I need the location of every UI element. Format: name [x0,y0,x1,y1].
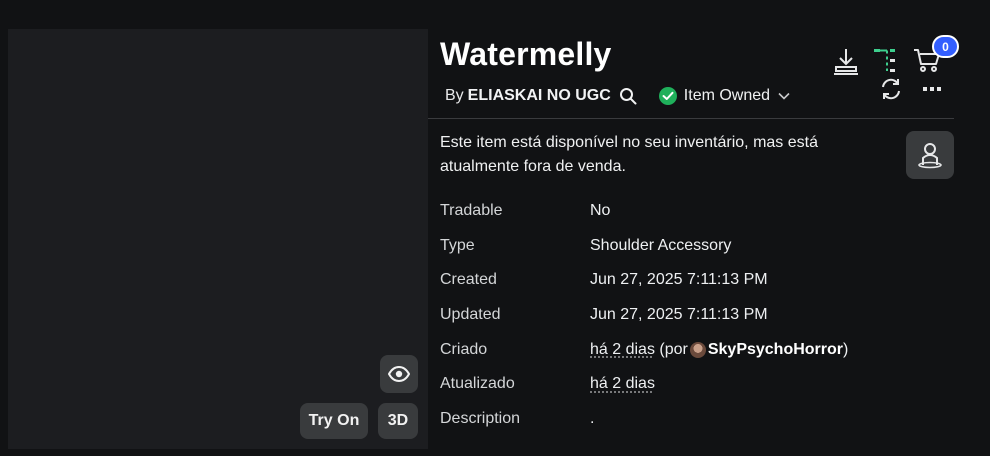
detail-row-criado: Criado há 2 dias (por SkyPsychoHorror) [440,332,940,367]
cart-count-badge: 0 [932,35,959,58]
download-icon [834,49,858,75]
divider [428,118,954,119]
byline: By ELIASKAI NO UGC Item Owned [445,85,790,107]
more-options-button[interactable] [920,82,944,96]
hierarchy-button[interactable] [872,46,898,76]
item-details: Tradable No Type Shoulder Accessory Crea… [440,194,940,436]
detail-label: Type [440,236,475,254]
detail-label: Atualizado [440,375,515,393]
detail-value: Shoulder Accessory [590,236,732,254]
download-button[interactable] [832,46,860,76]
detail-value: há 2 dias (por SkyPsychoHorror) [590,341,848,359]
availability-notice: Este item está disponível no seu inventá… [440,134,818,175]
by-open: (por [659,340,688,358]
ownership-status: Item Owned [683,87,771,104]
toggle-visibility-button[interactable] [380,355,418,393]
avatar-preview-button[interactable] [906,131,954,179]
tree-icon [874,49,895,72]
try-on-button[interactable]: Try On [300,403,368,439]
search-creator-button[interactable] [619,87,637,105]
more-icon [923,87,941,91]
detail-row-created: Created Jun 27, 2025 7:11:13 PM [440,263,940,298]
detail-label: Description [440,409,521,427]
detail-row-updated: Updated Jun 27, 2025 7:11:13 PM [440,298,940,333]
refresh-icon [882,78,900,100]
detail-label: Created [440,271,497,289]
user-link[interactable]: SkyPsychoHorror [708,341,843,359]
detail-row-description: Description . [440,402,940,437]
detail-value: Jun 27, 2025 7:11:13 PM [590,271,768,289]
detail-row-type: Type Shoulder Accessory [440,229,940,264]
check-icon [658,87,677,105]
3d-view-button[interactable]: 3D [378,403,418,439]
detail-label: Updated [440,306,501,324]
item-title: Watermelly [440,36,612,72]
detail-value: No [590,202,611,220]
item-owned-dropdown[interactable]: Item Owned [658,87,790,105]
detail-label: Tradable [440,202,503,220]
updated-relative-time: há 2 dias [590,375,655,393]
eye-icon [388,366,410,382]
by-prefix: By [445,87,464,104]
by-close: ) [843,340,849,358]
chevron-down-icon [778,92,790,100]
detail-label: Criado [440,340,488,358]
created-relative-time: há 2 dias [590,340,655,358]
refresh-button[interactable] [878,76,904,102]
detail-value: . [590,409,595,427]
avatar-icon [918,143,942,169]
item-viewer[interactable]: Try On 3D [8,29,428,449]
user-avatar [689,341,706,358]
detail-value: Jun 27, 2025 7:11:13 PM [590,306,768,324]
creator-link[interactable]: ELIASKAI NO UGC [468,87,611,105]
detail-row-tradable: Tradable No [440,194,940,229]
search-icon [619,88,637,105]
detail-row-atualizado: Atualizado há 2 dias [440,367,940,402]
